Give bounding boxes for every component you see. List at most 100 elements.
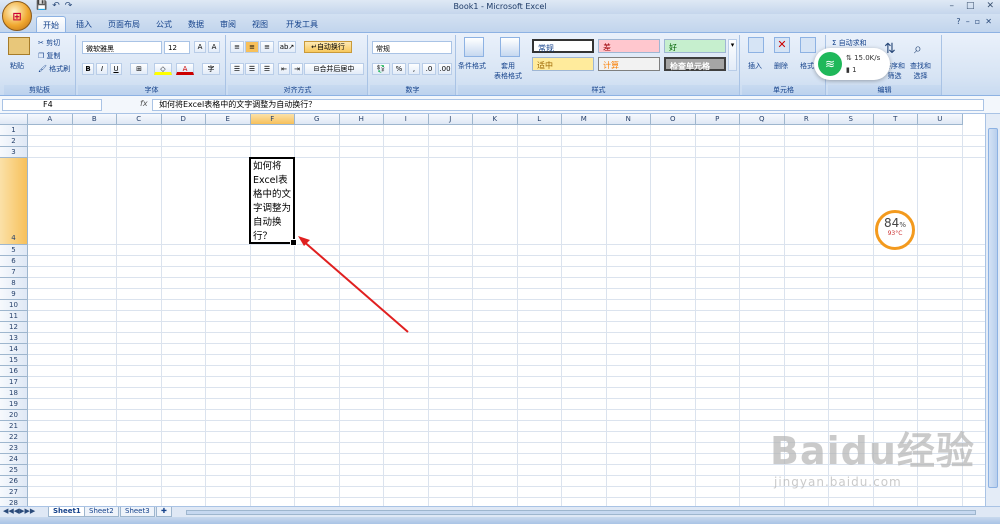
copy-button[interactable]: ❐ 复制 [38, 51, 61, 61]
delete-cells-button[interactable]: 删除 [774, 61, 788, 71]
tab-page-layout[interactable]: 页面布局 [102, 16, 146, 32]
increase-decimal-icon[interactable]: .0 [422, 63, 436, 75]
row-header-28[interactable]: 28 [0, 498, 28, 506]
help-icon[interactable]: ? [956, 17, 960, 26]
column-header-f[interactable]: F [250, 114, 295, 125]
paste-icon[interactable] [8, 37, 30, 55]
fx-icon[interactable]: fx [140, 99, 148, 108]
column-header-g[interactable]: G [295, 114, 340, 125]
find-select-button[interactable]: 查找和 选择 [910, 61, 931, 81]
shrink-font-icon[interactable]: A [208, 41, 220, 53]
format-cells-button[interactable]: 格式 [800, 61, 814, 71]
conditional-format-button[interactable]: 条件格式 [458, 61, 486, 71]
sheet-nav-icons[interactable]: ◀◀◀▶▶▶ [3, 507, 35, 515]
sheet-tab-sheet3[interactable]: Sheet3 [120, 507, 155, 517]
column-header-p[interactable]: P [695, 114, 740, 125]
row-header-20[interactable]: 20 [0, 410, 28, 421]
column-header-c[interactable]: C [117, 114, 162, 125]
row-header-3[interactable]: 3 [0, 147, 28, 158]
font-name-select[interactable]: 微软雅黑 [82, 41, 162, 54]
tab-data[interactable]: 数据 [182, 16, 210, 32]
fill-color-icon[interactable]: ◇ [154, 63, 172, 75]
select-all-corner[interactable] [0, 114, 28, 125]
row-header-24[interactable]: 24 [0, 454, 28, 465]
column-header-r[interactable]: R [784, 114, 829, 125]
column-header-m[interactable]: M [562, 114, 607, 125]
row-header-12[interactable]: 12 [0, 322, 28, 333]
column-header-s[interactable]: S [829, 114, 874, 125]
decrease-indent-icon[interactable]: ⇤ [278, 63, 290, 75]
number-format-select[interactable]: 常规 [372, 41, 452, 54]
underline-button[interactable]: U [110, 63, 122, 75]
row-header-26[interactable]: 26 [0, 476, 28, 487]
row-header-23[interactable]: 23 [0, 443, 28, 454]
align-left-icon[interactable]: ☰ [230, 63, 244, 75]
tab-view[interactable]: 视图 [246, 16, 274, 32]
style-normal[interactable]: 常规 [532, 39, 594, 53]
decrease-decimal-icon[interactable]: .00 [438, 63, 452, 75]
paste-button[interactable]: 粘贴 [10, 61, 24, 71]
column-header-u[interactable]: U [918, 114, 963, 125]
row-header-5[interactable]: 5 [0, 245, 28, 256]
column-header-i[interactable]: I [384, 114, 429, 125]
horizontal-scrollbar[interactable] [186, 510, 976, 515]
currency-icon[interactable]: 💱 [372, 63, 390, 75]
tab-review[interactable]: 审阅 [214, 16, 242, 32]
doc-minimize-icon[interactable]: – [966, 17, 970, 26]
sheet-tab-sheet1[interactable]: Sheet1 [48, 507, 86, 517]
close-icon[interactable]: ✕ [986, 1, 994, 11]
doc-close-icon[interactable]: ✕ [985, 17, 992, 26]
row-header-27[interactable]: 27 [0, 487, 28, 498]
row-header-6[interactable]: 6 [0, 256, 28, 267]
insert-cells-button[interactable]: 插入 [748, 61, 762, 71]
row-header-11[interactable]: 11 [0, 311, 28, 322]
autosum-button[interactable]: Σ 自动求和 [832, 38, 867, 48]
column-header-h[interactable]: H [339, 114, 384, 125]
row-header-18[interactable]: 18 [0, 388, 28, 399]
tab-formulas[interactable]: 公式 [150, 16, 178, 32]
orientation-icon[interactable]: ab↗ [278, 41, 296, 53]
phonetic-icon[interactable]: 字 [202, 63, 220, 75]
styles-scroll-icon[interactable]: ▾ [728, 39, 737, 71]
doc-restore-icon[interactable]: ▫ [975, 17, 980, 26]
align-top-icon[interactable]: ≡ [230, 41, 244, 53]
wrap-text-button[interactable]: ↵自动换行 [304, 41, 352, 53]
column-header-o[interactable]: O [651, 114, 696, 125]
tab-insert[interactable]: 插入 [70, 16, 98, 32]
row-header-7[interactable]: 7 [0, 267, 28, 278]
column-header-t[interactable]: T [873, 114, 918, 125]
row-header-16[interactable]: 16 [0, 366, 28, 377]
percent-icon[interactable]: % [392, 63, 406, 75]
align-bottom-icon[interactable]: ≡ [260, 41, 274, 53]
office-button[interactable]: ⊞ [2, 1, 32, 31]
increase-indent-icon[interactable]: ⇥ [291, 63, 303, 75]
row-header-21[interactable]: 21 [0, 421, 28, 432]
style-bad[interactable]: 差 [598, 39, 660, 53]
column-header-k[interactable]: K [473, 114, 518, 125]
vertical-scroll-thumb[interactable] [988, 128, 998, 488]
minimize-icon[interactable]: – [949, 1, 954, 11]
sheet-tab-sheet2[interactable]: Sheet2 [84, 507, 119, 517]
insert-sheet-icon[interactable]: ✚ [156, 507, 172, 517]
column-header-q[interactable]: Q [740, 114, 785, 125]
name-box[interactable]: F4 [2, 99, 102, 111]
row-header-2[interactable]: 2 [0, 136, 28, 147]
row-header-13[interactable]: 13 [0, 333, 28, 344]
font-color-icon[interactable]: A [176, 63, 194, 75]
column-header-n[interactable]: N [606, 114, 651, 125]
row-header-15[interactable]: 15 [0, 355, 28, 366]
style-check-cell[interactable]: 检查单元格 [664, 57, 726, 71]
row-header-22[interactable]: 22 [0, 432, 28, 443]
column-header-l[interactable]: L [517, 114, 562, 125]
align-right-icon[interactable]: ☰ [260, 63, 274, 75]
tab-developer[interactable]: 开发工具 [280, 16, 324, 32]
tab-home[interactable]: 开始 [36, 16, 66, 32]
row-header-8[interactable]: 8 [0, 278, 28, 289]
vertical-scrollbar[interactable] [985, 114, 1000, 506]
grow-font-icon[interactable]: A [194, 41, 206, 53]
column-header-d[interactable]: D [161, 114, 206, 125]
row-header-14[interactable]: 14 [0, 344, 28, 355]
row-header-25[interactable]: 25 [0, 465, 28, 476]
formula-input[interactable]: 如何将Excel表格中的文字调整为自动换行？ [152, 99, 984, 111]
row-header-4[interactable]: 4 [0, 158, 28, 245]
